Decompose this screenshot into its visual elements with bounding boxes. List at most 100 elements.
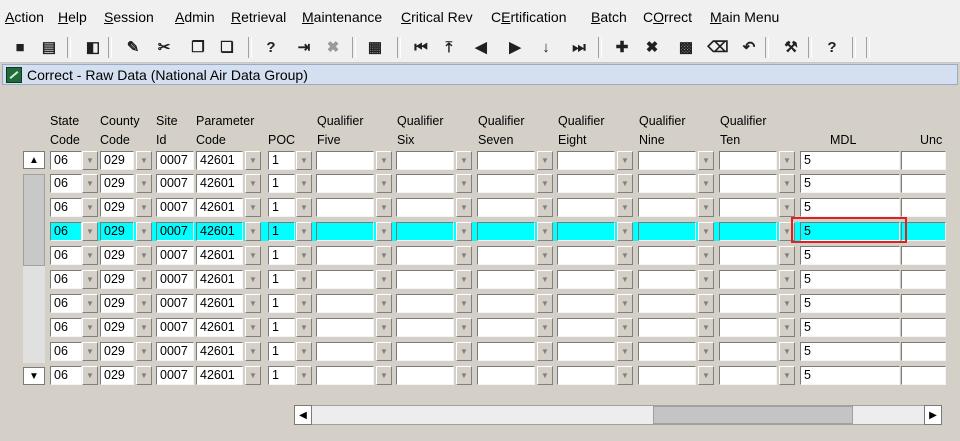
undo-button[interactable]: ↶ — [737, 35, 761, 59]
parameter-field[interactable]: 42601 — [196, 318, 243, 337]
poc-field[interactable]: 1 — [268, 151, 295, 170]
poc-list-button[interactable]: ▼ — [296, 366, 312, 385]
q8-list-button[interactable]: ▼ — [617, 222, 633, 241]
q6-field[interactable] — [396, 222, 454, 241]
q8-list-button[interactable]: ▼ — [617, 174, 633, 193]
county-field[interactable]: 029 — [100, 318, 134, 337]
county-field[interactable]: 029 — [100, 342, 134, 361]
county-field[interactable]: 029 — [100, 246, 134, 265]
q6-field[interactable] — [396, 151, 454, 170]
q9-list-button[interactable]: ▼ — [698, 318, 714, 337]
parameter-list-button[interactable]: ▼ — [245, 294, 261, 313]
site-field[interactable]: 0007 — [156, 174, 194, 193]
poc-list-button[interactable]: ▼ — [296, 151, 312, 170]
site-field[interactable]: 0007 — [156, 270, 194, 289]
county-list-button[interactable]: ▼ — [136, 222, 152, 241]
q7-list-button[interactable]: ▼ — [537, 342, 553, 361]
poc-field[interactable]: 1 — [268, 294, 295, 313]
q7-list-button[interactable]: ▼ — [537, 174, 553, 193]
q7-list-button[interactable]: ▼ — [537, 222, 553, 241]
q8-list-button[interactable]: ▼ — [617, 198, 633, 217]
calculator-button[interactable]: ▦ — [363, 35, 387, 59]
mdl-field[interactable]: 5 — [800, 151, 900, 170]
q5-list-button[interactable]: ▼ — [376, 246, 392, 265]
q6-list-button[interactable]: ▼ — [456, 246, 472, 265]
paste-button[interactable]: ❏ — [215, 35, 239, 59]
unc-field[interactable] — [901, 318, 946, 337]
county-list-button[interactable]: ▼ — [136, 198, 152, 217]
state-list-button[interactable]: ▼ — [82, 342, 98, 361]
menu-maintenance[interactable]: Maintenance — [302, 9, 382, 25]
q10-field[interactable] — [719, 151, 777, 170]
scroll-left-button[interactable]: ◀ — [294, 405, 312, 425]
county-field[interactable]: 029 — [100, 151, 134, 170]
q9-field[interactable] — [638, 198, 696, 217]
q6-field[interactable] — [396, 246, 454, 265]
state-list-button[interactable]: ▼ — [82, 318, 98, 337]
q10-list-button[interactable]: ▼ — [779, 246, 795, 265]
state-field[interactable]: 06 — [50, 342, 82, 361]
last-record-button[interactable]: ⏭ — [567, 35, 591, 59]
q10-field[interactable] — [719, 174, 777, 193]
state-list-button[interactable]: ▼ — [82, 270, 98, 289]
q8-list-button[interactable]: ▼ — [617, 270, 633, 289]
site-field[interactable]: 0007 — [156, 366, 194, 385]
q6-list-button[interactable]: ▼ — [456, 174, 472, 193]
copy-button[interactable]: ❐ — [186, 35, 210, 59]
query-button[interactable]: ? — [259, 35, 283, 59]
unc-field[interactable] — [901, 366, 946, 385]
q5-list-button[interactable]: ▼ — [376, 222, 392, 241]
q9-field[interactable] — [638, 222, 696, 241]
state-list-button[interactable]: ▼ — [82, 222, 98, 241]
site-field[interactable]: 0007 — [156, 246, 194, 265]
q8-field[interactable] — [557, 366, 615, 385]
q10-list-button[interactable]: ▼ — [779, 366, 795, 385]
county-list-button[interactable]: ▼ — [136, 151, 152, 170]
poc-field[interactable]: 1 — [268, 246, 295, 265]
q10-field[interactable] — [719, 222, 777, 241]
insert-record-button[interactable]: ✚ — [610, 35, 634, 59]
q5-field[interactable] — [316, 342, 374, 361]
q6-field[interactable] — [396, 294, 454, 313]
q6-field[interactable] — [396, 174, 454, 193]
poc-field[interactable]: 1 — [268, 318, 295, 337]
menu-main-menu[interactable]: Main Menu — [710, 9, 779, 25]
parameter-list-button[interactable]: ▼ — [245, 270, 261, 289]
horizontal-scroll-thumb[interactable] — [653, 406, 853, 424]
q9-field[interactable] — [638, 246, 696, 265]
unc-field[interactable] — [901, 294, 946, 313]
poc-list-button[interactable]: ▼ — [296, 246, 312, 265]
parameter-list-button[interactable]: ▼ — [245, 342, 261, 361]
parameter-field[interactable]: 42601 — [196, 198, 243, 217]
unc-field[interactable] — [901, 342, 946, 361]
q8-field[interactable] — [557, 198, 615, 217]
mdl-field[interactable]: 5 — [800, 318, 900, 337]
next-record-button[interactable]: ▶ — [503, 35, 527, 59]
parameter-field[interactable]: 42601 — [196, 342, 243, 361]
q5-list-button[interactable]: ▼ — [376, 270, 392, 289]
county-list-button[interactable]: ▼ — [136, 294, 152, 313]
q5-list-button[interactable]: ▼ — [376, 174, 392, 193]
site-field[interactable]: 0007 — [156, 342, 194, 361]
parameter-list-button[interactable]: ▼ — [245, 198, 261, 217]
q6-list-button[interactable]: ▼ — [456, 222, 472, 241]
menu-correct[interactable]: COrrect — [643, 9, 692, 25]
poc-list-button[interactable]: ▼ — [296, 342, 312, 361]
parameter-list-button[interactable]: ▼ — [245, 246, 261, 265]
q10-field[interactable] — [719, 366, 777, 385]
q8-list-button[interactable]: ▼ — [617, 246, 633, 265]
menu-batch[interactable]: Batch — [591, 9, 627, 25]
q10-field[interactable] — [719, 246, 777, 265]
q5-field[interactable] — [316, 246, 374, 265]
q7-list-button[interactable]: ▼ — [537, 318, 553, 337]
q10-field[interactable] — [719, 198, 777, 217]
poc-field[interactable]: 1 — [268, 270, 295, 289]
q5-field[interactable] — [316, 151, 374, 170]
q7-field[interactable] — [477, 246, 535, 265]
poc-list-button[interactable]: ▼ — [296, 174, 312, 193]
state-field[interactable]: 06 — [50, 198, 82, 217]
q7-field[interactable] — [477, 366, 535, 385]
q6-list-button[interactable]: ▼ — [456, 366, 472, 385]
q5-field[interactable] — [316, 294, 374, 313]
menu-retrieval[interactable]: Retrieval — [231, 9, 286, 25]
